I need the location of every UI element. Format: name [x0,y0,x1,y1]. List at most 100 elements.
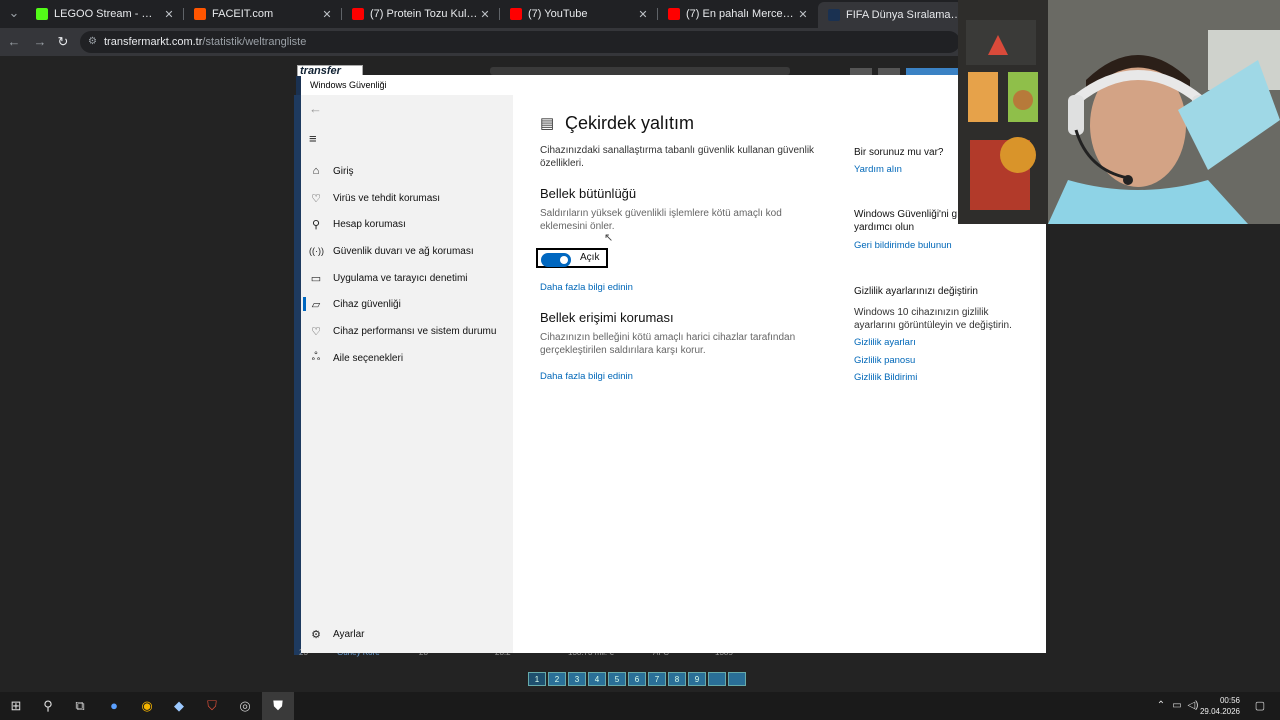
person-icon: ⚲ [311,218,321,231]
pagination: 1 2 3 4 5 6 7 8 9 [528,672,746,688]
notification-icon[interactable]: ▢ [1252,698,1268,714]
memory-access-learn-more-link[interactable]: Daha fazla bilgi edinin [540,371,633,382]
address-bar[interactable]: ⚙ transfermarkt.com.tr/statistik/weltran… [80,31,960,53]
sidebar-item-app-browser-control[interactable]: ▭ Uygulama ve tarayıcı denetimi [301,266,513,290]
toggle-switch[interactable] [541,253,571,267]
tab-search-icon[interactable]: ⌄ [6,5,22,21]
tab-label: (7) Protein Tozu Kullanırken Dü [370,8,478,20]
sidebar-item-device-security[interactable]: ▱ Cihaz güvenliği [301,292,513,316]
privacy-settings-link[interactable]: Gizlilik ayarları [854,337,916,348]
home-icon: ⌂ [312,165,320,177]
app-icon[interactable]: ● [106,698,122,714]
sidebar-item-settings[interactable]: ⚙ Ayarlar [301,622,513,646]
background-nav-button [878,68,900,75]
tab-close-icon[interactable]: ✕ [478,8,492,21]
webcam-image [958,0,1280,224]
clock-date: 29.04.2026 [1199,707,1240,716]
improve-heading: Windows Güvenliği'ni g yardımcı olun [854,209,958,233]
tab-close-icon[interactable]: ✕ [162,8,176,21]
browser-tab[interactable]: FACEIT.com ✕ [184,4,340,24]
page-button[interactable]: 6 [628,672,646,686]
page-last-button[interactable] [728,672,746,686]
windows-security-taskbar-icon[interactable]: ⛊ [270,698,286,714]
shield-app-icon[interactable]: ⛉ [204,698,220,714]
browser-tab[interactable]: (7) YouTube ✕ [500,4,656,24]
sidebar-item-virus-protection[interactable]: ♡ Virüs ve tehdit koruması [301,186,513,210]
sidebar-item-label: Uygulama ve tarayıcı denetimi [333,272,468,284]
sidebar-item-firewall[interactable]: ((·)) Güvenlik duvarı ve ağ koruması [301,239,513,263]
background-login-button [906,68,958,75]
browser-tab-active[interactable]: FIFA Dünya Sıralaması | Transfe [818,2,963,28]
memory-integrity-learn-more-link[interactable]: Daha fazla bilgi edinin [540,282,633,293]
webcam-overlay [958,0,1280,224]
sidebar-item-label: Cihaz performansı ve sistem durumu [333,325,497,337]
system-clock[interactable]: 00:56 29.04.2026 [1200,695,1240,717]
forward-arrow-icon[interactable]: → [32,34,48,49]
search-icon[interactable]: ⚲ [40,698,56,714]
windows-start-icon[interactable]: ⊞ [8,698,24,714]
tab-close-icon[interactable]: ✕ [796,8,810,21]
page-next-button[interactable] [708,672,726,686]
address-domain: transfermarkt.com.tr [104,36,203,48]
site-info-icon[interactable]: ⚙ [88,31,97,53]
hamburger-menu-icon[interactable]: ≡ [309,131,317,146]
task-view-icon[interactable]: ⧉ [72,698,88,714]
sidebar-item-device-performance[interactable]: ♡ Cihaz performansı ve sistem durumu [301,319,513,343]
address-path: /statistik/weltrangliste [202,36,307,48]
feedback-link[interactable]: Geri bildirimde bulunun [854,240,952,251]
memory-integrity-heading: Bellek bütünlüğü [540,186,637,201]
chrome-icon[interactable]: ◉ [139,698,155,714]
tab-label: LEGOO Stream - Watch Live on [54,8,162,20]
app-icon[interactable]: ◎ [237,698,253,714]
page-button[interactable]: 7 [648,672,666,686]
sidebar-item-label: Cihaz güvenliği [333,298,401,310]
network-icon[interactable]: ▭ [1169,698,1185,714]
back-arrow-icon[interactable]: ← [309,101,322,116]
sidebar-item-label: Güvenlik duvarı ve ağ koruması [333,245,474,257]
page-button[interactable]: 1 [528,672,546,686]
get-help-link[interactable]: Yardım alın [854,164,902,175]
sidebar: ← ≡ ⌂ Giriş ♡ Virüs ve tehdit koruması ⚲… [301,95,513,653]
background-search-bar [490,67,790,75]
sidebar-item-family-options[interactable]: ஃ Aile seçenekleri [301,346,513,370]
app-browser-icon: ▭ [310,272,322,285]
sidebar-item-label: Ayarlar [333,628,365,640]
reload-icon[interactable]: ↻ [55,34,71,50]
page-button[interactable]: 2 [548,672,566,686]
kick-favicon-icon [36,8,48,20]
page-button[interactable]: 8 [668,672,686,686]
youtube-favicon-icon [510,8,522,20]
memory-access-heading: Bellek erişimi koruması [540,310,674,325]
page-button[interactable]: 3 [568,672,586,686]
privacy-statement-link[interactable]: Gizlilik Bildirimi [854,372,917,383]
page-button[interactable]: 4 [588,672,606,686]
page-button[interactable]: 5 [608,672,626,686]
tab-close-icon[interactable]: ✕ [636,8,650,21]
transfermarkt-favicon-icon [828,9,840,21]
browser-tab[interactable]: (7) En pahalı Mercedes nasıl sıfı ✕ [658,4,816,24]
background-nav-button [850,68,872,75]
browser-tab[interactable]: LEGOO Stream - Watch Live on ✕ [26,4,182,24]
mouse-cursor-icon: ↖ [604,232,614,244]
window-title: Windows Güvenliği [301,75,1046,95]
sidebar-item-home[interactable]: ⌂ Giriş [301,159,513,183]
tab-close-icon[interactable]: ✕ [320,8,334,21]
page-button[interactable]: 9 [688,672,706,686]
core-isolation-icon: ▤ [540,115,555,132]
tray-chevron-icon[interactable]: ⌃ [1153,698,1169,714]
back-arrow-icon[interactable]: ← [6,34,22,49]
sidebar-item-label: Hesap koruması [333,218,406,230]
tab-label: FIFA Dünya Sıralaması | Transfe [846,9,963,21]
memory-integrity-toggle[interactable]: Açık [536,248,608,268]
privacy-description: Windows 10 cihazınızın gizlilik ayarları… [854,307,1012,331]
privacy-dashboard-link[interactable]: Gizlilik panosu [854,355,915,366]
faceit-favicon-icon [194,8,206,20]
volume-icon[interactable]: ◁) [1185,698,1201,714]
page-title: Çekirdek yalıtım [565,113,695,133]
antenna-icon: ((·)) [309,246,324,256]
sidebar-item-account-protection[interactable]: ⚲ Hesap koruması [301,212,513,236]
browser-tab[interactable]: (7) Protein Tozu Kullanırken Dü ✕ [342,4,498,24]
steam-icon[interactable]: ◆ [171,698,187,714]
clock-time: 00:56 [1219,696,1240,705]
shield-icon: ♡ [311,192,321,205]
